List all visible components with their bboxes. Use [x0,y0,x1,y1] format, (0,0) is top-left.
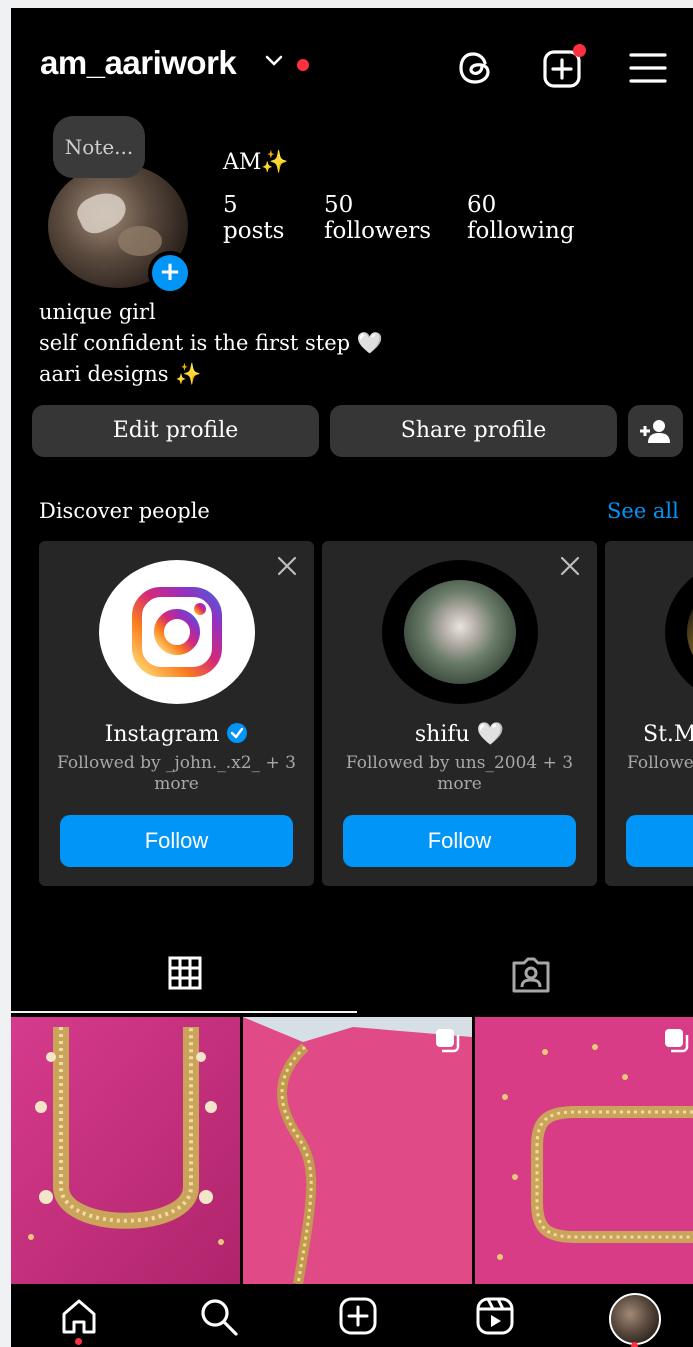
profile-activity-dot [631,1342,638,1347]
bio-line: self confident is the first step 🤍 [39,331,383,355]
shifu-avatar [382,560,538,704]
add-person-icon [639,420,670,443]
stat-posts-label: posts [223,218,285,244]
post-image [475,1017,693,1284]
see-all-link[interactable]: See all [607,499,679,523]
profile-screen: am_aariwork Note... + AM✨ 5 posts 50 fol… [11,8,693,1347]
close-icon[interactable] [559,555,581,577]
username-title[interactable]: am_aariwork [40,44,237,82]
follow-button[interactable]: Follow [60,815,293,867]
post-image [11,1017,240,1284]
carousel-icon [436,1029,460,1053]
suggestion-name: shifu 🤍 [414,722,505,747]
add-story-button[interactable]: + [148,251,192,295]
post-tile[interactable] [243,1017,472,1284]
display-name: AM✨ [223,150,289,175]
bio: unique girl self confident is the first … [39,297,383,390]
suggestion-avatar [665,560,693,704]
profile-avatar[interactable] [609,1293,661,1345]
follow-button[interactable] [626,815,693,867]
home-icon[interactable] [59,1296,99,1336]
reels-icon[interactable] [475,1296,515,1336]
home-activity-dot [75,1338,82,1345]
verified-badge-icon [227,723,248,743]
stat-posts-value: 5 [223,192,238,218]
post-tile[interactable] [475,1017,693,1284]
create-icon[interactable] [338,1296,378,1336]
suggestion-card[interactable]: St.Ma Followe [605,541,693,886]
threads-icon[interactable] [454,46,498,90]
follow-button[interactable]: Follow [343,815,576,867]
create-badge-dot [573,44,586,57]
notification-dot [297,59,309,71]
suggestion-subtitle: Followed by _john._.x2_ + 3 more [57,753,296,794]
chevron-down-icon[interactable] [263,50,285,70]
stat-followers[interactable]: 50 followers [324,192,431,244]
menu-icon[interactable] [626,46,670,90]
instagram-logo-icon [132,587,222,677]
suggestion-name: Instagram [39,722,314,747]
grid-icon[interactable] [167,955,203,991]
bio-line: aari designs ✨ [39,362,202,386]
post-image [243,1017,472,1284]
suggestion-name-text: Instagram [104,722,220,747]
stat-followers-value: 50 [324,192,354,218]
share-profile-button[interactable]: Share profile [330,405,617,457]
suggestion-subtitle: Followed by uns_2004 + 3 more [345,753,574,794]
instagram-avatar [99,560,255,704]
suggestion-card[interactable]: shifu 🤍 Followed by uns_2004 + 3 more Fo… [322,541,597,886]
suggestion-subtitle: Followe [627,753,693,773]
search-icon[interactable] [198,1296,240,1338]
stat-following[interactable]: 60 following [467,192,575,244]
edit-profile-button[interactable]: Edit profile [32,405,319,457]
suggestion-card[interactable]: Instagram Followed by _john._.x2_ + 3 mo… [39,541,314,886]
close-icon[interactable] [276,555,298,577]
active-tab-indicator [11,1011,357,1013]
carousel-icon [665,1029,689,1053]
bottom-nav [11,1284,693,1347]
bio-line: unique girl [39,300,156,324]
tagged-icon[interactable] [510,955,552,995]
stat-posts[interactable]: 5 posts [223,192,284,244]
discover-people-button[interactable] [628,405,683,457]
post-tile[interactable] [11,1017,240,1284]
suggestion-name: St.Ma [643,722,693,747]
stat-following-label: following [467,218,575,244]
stat-following-value: 60 [467,192,497,218]
discover-people-title: Discover people [39,499,210,523]
stat-followers-label: followers [324,218,432,244]
note-bubble[interactable]: Note... [53,116,145,178]
